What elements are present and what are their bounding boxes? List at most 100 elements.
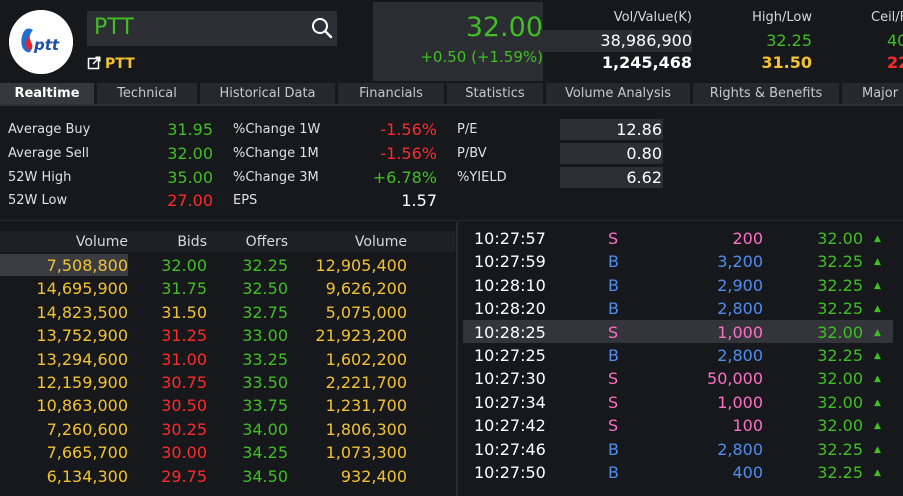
bid-volume-header: Volume xyxy=(75,234,128,250)
bid-volume-cell: 7,665,700 xyxy=(46,443,128,463)
up-arrow-icon: ▲ xyxy=(874,351,881,361)
ticker-side: S xyxy=(608,322,619,342)
52w-low-value: 27.00 xyxy=(167,191,213,210)
change-1w-value: -1.56% xyxy=(380,120,437,139)
bid-volume-cell: 12,159,900 xyxy=(36,373,128,392)
ticker-time: 10:27:30 xyxy=(474,369,546,389)
yield-value: 6.62 xyxy=(626,168,662,187)
tab-financials[interactable]: Financials xyxy=(338,83,444,104)
ticker-price: 32.00 xyxy=(817,369,863,389)
offers-header: Offers xyxy=(245,234,288,250)
ticker-price: 32.00 xyxy=(817,416,863,436)
ticker-side: S xyxy=(608,416,619,436)
offer-price-cell: 33.00 xyxy=(242,326,288,346)
tab-major[interactable]: Major xyxy=(842,83,903,104)
pbv-value: 0.80 xyxy=(626,144,662,163)
offer-price-cell: 32.25 xyxy=(242,256,288,275)
52w-high-label: 52W High xyxy=(8,170,72,185)
change-1w-label: %Change 1W xyxy=(233,122,321,137)
ticker-price: 32.25 xyxy=(817,463,863,482)
offer-volume-cell: 932,400 xyxy=(340,466,407,486)
ticker-side: B xyxy=(608,346,619,365)
tab-realtime[interactable]: Realtime xyxy=(0,83,94,104)
ticker-volume: 100 xyxy=(732,416,763,436)
ticker-price: 32.25 xyxy=(817,299,863,319)
ticker-side: S xyxy=(608,369,619,389)
pbv-label: P/BV xyxy=(457,146,487,161)
bids-header: Bids xyxy=(177,234,207,250)
offer-price-cell: 32.75 xyxy=(242,302,288,322)
ticker-price: 32.00 xyxy=(817,392,863,412)
avg-buy-value: 31.95 xyxy=(167,120,213,139)
ticker-time: 10:28:20 xyxy=(474,299,546,319)
up-arrow-icon: ▲ xyxy=(874,304,881,315)
bid-volume-cell: 14,695,900 xyxy=(36,279,128,299)
up-arrow-icon: ▲ xyxy=(874,444,881,455)
bid-volume-cell: 14,823,500 xyxy=(36,302,128,322)
floor-value: 22 xyxy=(887,53,903,72)
offer-volume-cell: 12,905,400 xyxy=(315,256,407,275)
ticker-volume: 200 xyxy=(732,229,763,248)
ticker-volume: 2,800 xyxy=(717,346,763,365)
ticker-volume: 400 xyxy=(732,463,763,482)
change-3m-value: +6.78% xyxy=(372,168,437,187)
bid-volume-cell: 7,508,800 xyxy=(46,256,128,275)
ticker-time: 10:27:46 xyxy=(474,439,546,459)
52w-high-value: 35.00 xyxy=(167,168,213,187)
bid-volume-cell: 6,134,300 xyxy=(46,466,128,486)
symbol-link-label: PTT xyxy=(105,56,135,72)
external-link-icon xyxy=(87,56,101,70)
symbol-external-link[interactable]: PTT xyxy=(87,56,135,72)
bid-volume-cell: 13,294,600 xyxy=(36,349,128,369)
tab-underline xyxy=(0,104,903,106)
ticker-volume: 1,000 xyxy=(717,322,763,342)
bid-price-cell: 30.75 xyxy=(161,373,207,392)
offer-volume-cell: 9,626,200 xyxy=(325,279,407,299)
ticker-side: B xyxy=(608,463,619,482)
search-icon[interactable] xyxy=(310,16,334,40)
ticker-volume: 2,800 xyxy=(717,439,763,459)
ticker-time: 10:28:25 xyxy=(474,322,546,342)
tab-statistics[interactable]: Statistics xyxy=(447,83,543,104)
offer-price-cell: 32.50 xyxy=(242,279,288,299)
bid-price-cell: 31.25 xyxy=(161,326,207,346)
ticker-volume: 1,000 xyxy=(717,392,763,412)
symbol-search-input[interactable]: PTT xyxy=(94,15,134,40)
ceil-value: 40 xyxy=(887,31,903,50)
last-price: 32.00 xyxy=(465,12,543,43)
tab-historical-data[interactable]: Historical Data xyxy=(200,83,335,104)
pe-label: P/E xyxy=(457,122,478,137)
tab-rights-benefits[interactable]: Rights & Benefits xyxy=(693,83,839,104)
offer-volume-cell: 1,231,700 xyxy=(325,396,407,416)
ceil-floor-label: Ceil/F xyxy=(871,10,903,25)
bid-price-cell: 30.25 xyxy=(161,419,207,439)
ticker-time: 10:27:42 xyxy=(474,416,546,436)
offer-volume-cell: 21,923,200 xyxy=(315,326,407,346)
offer-price-cell: 34.25 xyxy=(242,443,288,463)
change-3m-label: %Change 3M xyxy=(233,170,319,185)
ticker-price: 32.00 xyxy=(817,322,863,342)
svg-text:ptt: ptt xyxy=(33,36,60,54)
eps-value: 1.57 xyxy=(401,191,437,210)
up-arrow-icon: ▲ xyxy=(874,327,881,338)
offer-volume-cell: 1,806,300 xyxy=(325,419,407,439)
tab-volume-analysis[interactable]: Volume Analysis xyxy=(546,83,690,104)
ticker-time: 10:27:25 xyxy=(474,346,546,365)
up-arrow-icon: ▲ xyxy=(874,257,881,268)
bid-volume-cell: 10,863,000 xyxy=(36,396,128,416)
tab-technical[interactable]: Technical xyxy=(97,83,197,104)
ticker-side: S xyxy=(608,392,619,412)
ticker-volume: 3,200 xyxy=(717,252,763,272)
up-arrow-icon: ▲ xyxy=(874,374,881,385)
up-arrow-icon: ▲ xyxy=(874,280,881,291)
offer-volume-cell: 1,073,300 xyxy=(325,443,407,463)
up-arrow-icon: ▲ xyxy=(874,397,881,408)
ticker-price: 32.25 xyxy=(817,275,863,295)
eps-label: EPS xyxy=(233,193,258,208)
price-change: +0.50 (+1.59%) xyxy=(420,48,543,66)
offer-price-cell: 33.50 xyxy=(242,373,288,392)
ticker-time: 10:27:50 xyxy=(474,463,546,482)
avg-sell-label: Average Sell xyxy=(8,146,89,161)
book-divider xyxy=(456,222,458,496)
offer-volume-cell: 5,075,000 xyxy=(325,302,407,322)
